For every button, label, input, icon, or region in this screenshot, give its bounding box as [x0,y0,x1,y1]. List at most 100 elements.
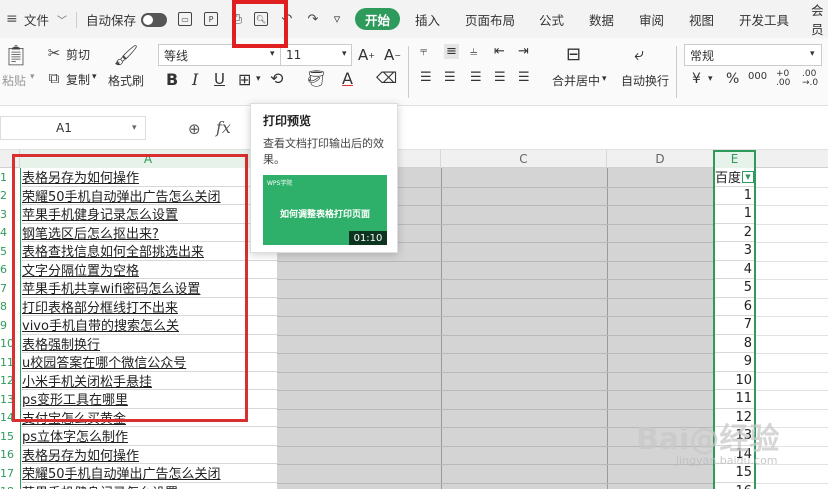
wrap-text-button[interactable]: 自动换行 [621,72,669,89]
row-header[interactable]: 4 [0,224,12,243]
distributed-icon[interactable]: ☰ [518,70,530,85]
align-center-icon[interactable]: ☰ [444,70,456,85]
customize-quick-access-icon[interactable]: ▿ [328,10,346,28]
grid-line [756,371,828,373]
row-header[interactable]: 17 [0,464,14,483]
decrease-font-icon[interactable]: A − [384,46,401,64]
chevron-down-icon[interactable]: ▾ [132,116,137,140]
row-header[interactable]: 1 [0,168,12,187]
increase-font-icon[interactable]: A + [358,46,375,64]
tutorial-video-thumbnail[interactable]: WPS学院 如何调整表格打印页面 01:10 [263,175,387,245]
grid-line [756,223,828,225]
tab-data[interactable]: 数据 [579,8,624,30]
tab-developer[interactable]: 开发工具 [729,8,799,30]
justify-icon[interactable]: ☰ [494,70,506,85]
chevron-down-icon[interactable]: ▾ [270,49,275,59]
filter-dropdown-icon[interactable]: ▼ [742,171,754,183]
underline-icon[interactable]: U [214,70,225,88]
indent-increase-icon[interactable]: ⇥ [518,44,529,59]
function-icon[interactable]: fx [216,118,231,137]
rotate-text-icon[interactable]: ⟲ [270,69,283,88]
redo-icon[interactable]: ↷ [304,10,322,28]
menu-bar: ≡ 文件 ﹀ 自动保存 ▭ P ⎙ 🔍︎ ↶ ↷ ▿ 开始 插入 页面布局 公式… [0,0,828,38]
row-header[interactable]: 7 [0,279,12,298]
tab-review[interactable]: 审阅 [629,8,674,30]
grid-line [756,260,828,262]
autosave-label: 自动保存 [86,12,137,28]
cut-button[interactable]: 剪切 [66,46,90,63]
currency-icon[interactable]: ¥ [692,71,701,87]
chevron-down-icon[interactable]: ▾ [602,74,607,84]
row-header[interactable]: 8 [0,298,12,317]
chevron-down-icon[interactable]: ▾ [810,49,815,59]
merge-center-button[interactable]: 合并居中 [552,72,600,89]
decrease-decimal-icon[interactable]: .00 →.0 [802,70,818,88]
chevron-down-icon[interactable]: ▾ [708,74,713,84]
tab-member[interactable]: 会员 [801,3,828,37]
format-painter-button[interactable]: 格式刷 [108,72,144,89]
row-header[interactable]: 13 [0,390,14,409]
row-header[interactable]: 9 [0,316,12,335]
row-header[interactable]: 2 [0,187,12,206]
row-header[interactable]: 3 [0,205,12,224]
row-header[interactable]: 11 [0,353,14,372]
tab-view[interactable]: 视图 [679,8,724,30]
copy-dropdown-icon[interactable]: ▾ [92,72,97,82]
italic-icon[interactable]: I [192,70,198,89]
grid-line [756,390,828,391]
clear-format-icon[interactable]: ⌫ [376,69,397,87]
row-header[interactable]: 15 [0,427,14,446]
chevron-down-icon[interactable]: ▾ [342,49,347,59]
align-left-icon[interactable]: ☰ [420,70,432,85]
annotation-highlight-print-preview [232,0,288,48]
name-box[interactable] [0,116,146,140]
font-size-value[interactable]: 11 [286,44,301,66]
tab-formulas[interactable]: 公式 [529,8,574,30]
annotation-red-box [12,154,248,422]
tab-insert[interactable]: 插入 [405,8,450,30]
zoom-icon[interactable]: ⊕ [188,120,201,138]
row-header[interactable]: 6 [0,261,12,280]
align-middle-icon[interactable]: ≡ [444,44,459,59]
row-header[interactable]: 5 [0,242,12,261]
fill-color-icon[interactable]: 🪣︎ [306,69,326,88]
column-header-c[interactable]: C [441,150,607,168]
chevron-down-icon[interactable]: ﹀ [57,0,67,38]
paste-dropdown-icon[interactable]: ▾ [30,72,35,82]
ribbon: 📋︎ 粘贴 ▾ ✂ 剪切 ⧉ 复制 ▾ 🖌︎ 格式刷 等线 ▾ 11 ▾ A + … [0,38,828,106]
wrap-text-icon[interactable]: ⤶ [634,44,644,65]
font-family-value: 等线 [164,48,189,63]
copy-icon[interactable]: ⧉ [46,69,62,87]
bold-icon[interactable]: B [166,70,178,89]
format-painter-icon[interactable]: 🖌︎ [112,42,140,68]
merge-center-icon[interactable]: ⊟ [566,44,581,65]
grid-line [277,279,714,280]
chevron-down-icon[interactable]: ▾ [256,74,261,84]
save-icon[interactable]: ▭ [176,10,194,28]
column-header-d[interactable]: D [607,150,714,168]
paste-button[interactable]: 粘贴 [2,72,26,89]
tab-page-layout[interactable]: 页面布局 [455,8,525,30]
row-header[interactable]: 12 [0,372,14,391]
row-header[interactable]: 16 [0,446,14,465]
tab-home[interactable]: 开始 [355,8,401,30]
cut-icon[interactable]: ✂ [46,44,62,62]
file-menu[interactable]: 文件 [24,0,49,38]
increase-decimal-icon[interactable]: +0.00 [776,70,790,88]
percent-icon[interactable]: % [726,71,739,87]
export-pdf-icon[interactable]: P [202,10,220,28]
thousands-icon[interactable]: 000 [748,71,767,82]
row-header[interactable]: 18 [0,483,14,489]
paste-icon[interactable]: 📋︎ [3,42,28,68]
row-header[interactable]: 14 [0,409,14,428]
autosave-toggle[interactable] [141,13,167,27]
align-right-icon[interactable]: ☰ [470,70,482,85]
copy-button[interactable]: 复制 [66,71,90,88]
indent-decrease-icon[interactable]: ⇤ [494,44,505,59]
font-color-icon[interactable]: A [342,69,353,88]
align-bottom-icon[interactable]: ⫨ [470,44,477,59]
border-icon[interactable]: ⊞ [238,70,251,89]
align-top-icon[interactable]: ⫧ [420,44,427,59]
row-header[interactable]: 10 [0,335,14,354]
menu-icon[interactable]: ≡ [6,0,18,38]
